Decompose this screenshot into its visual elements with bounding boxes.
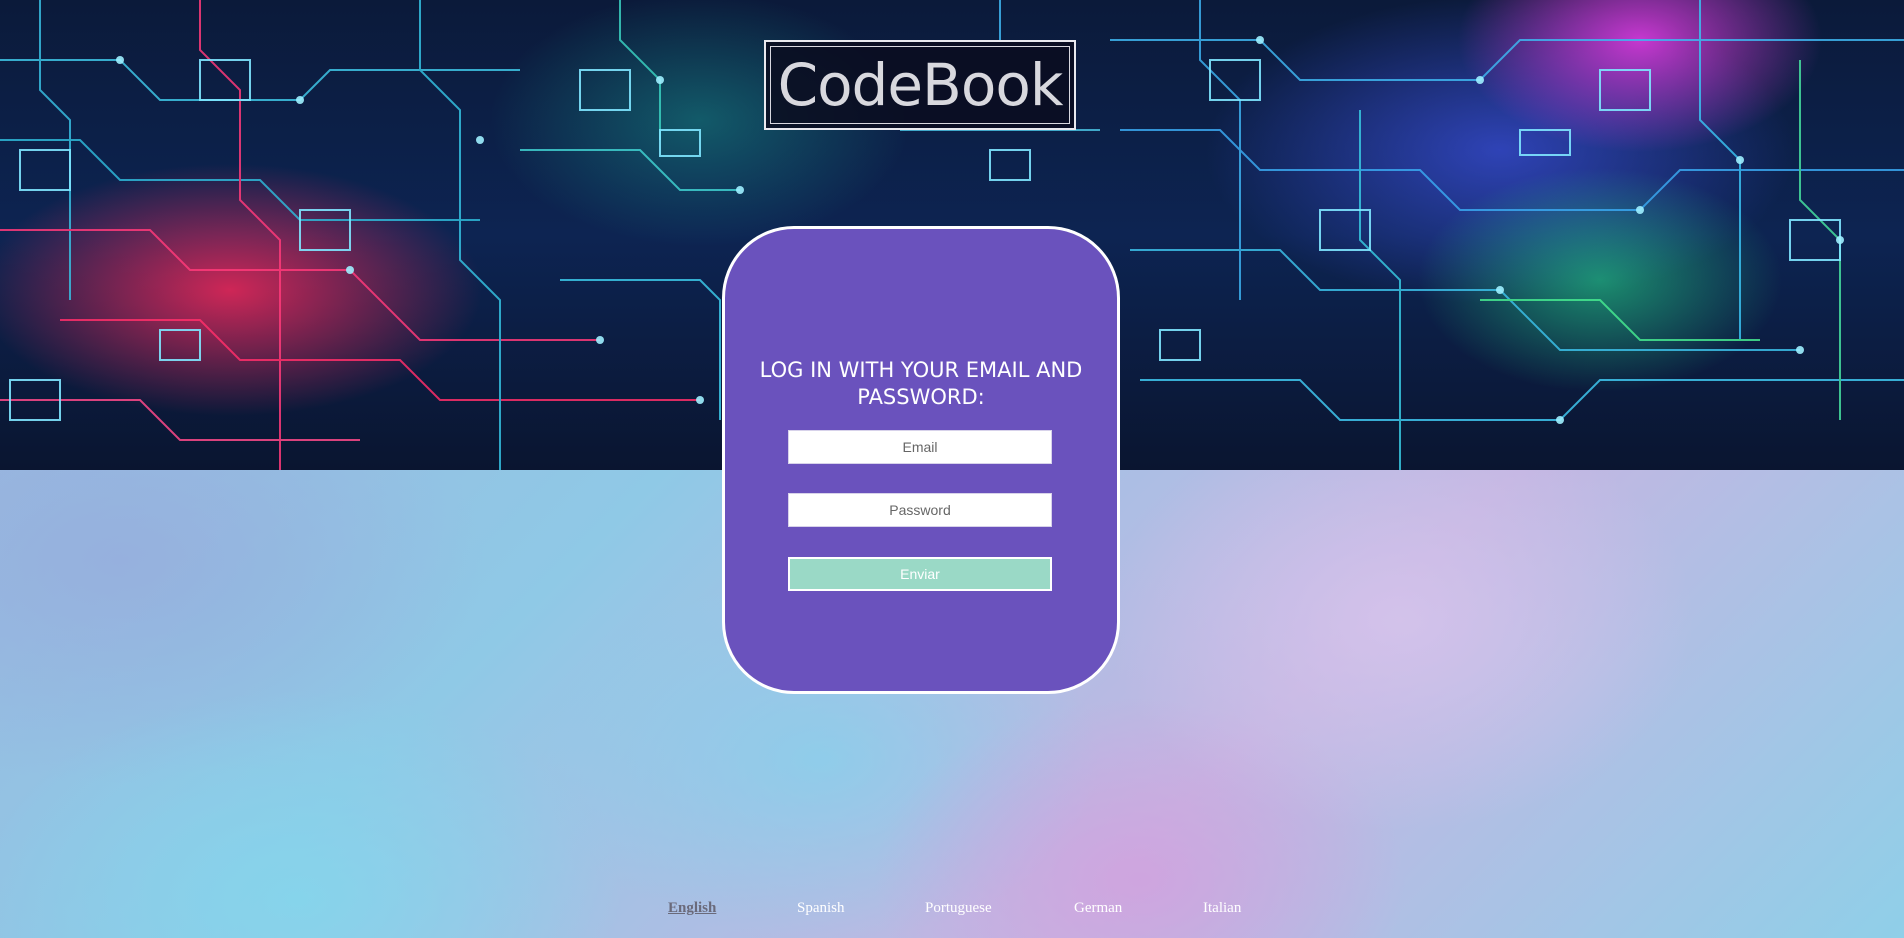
- logo-text: CodeBook: [777, 51, 1064, 119]
- email-input[interactable]: [788, 430, 1052, 464]
- submit-button[interactable]: Enviar: [788, 557, 1052, 591]
- language-link-spanish[interactable]: Spanish: [797, 900, 845, 917]
- language-link-german[interactable]: German: [1074, 900, 1122, 917]
- password-input[interactable]: [788, 493, 1052, 527]
- login-title: LOG IN WITH YOUR EMAIL AND PASSWORD:: [759, 358, 1083, 409]
- language-link-italian[interactable]: Italian: [1203, 900, 1241, 917]
- language-selector: English Spanish Portuguese German Italia…: [0, 900, 1904, 920]
- login-card: LOG IN WITH YOUR EMAIL AND PASSWORD: Env…: [722, 226, 1120, 694]
- logo: CodeBook: [764, 40, 1076, 130]
- language-link-english[interactable]: English: [668, 900, 716, 917]
- language-link-portuguese[interactable]: Portuguese: [925, 900, 992, 917]
